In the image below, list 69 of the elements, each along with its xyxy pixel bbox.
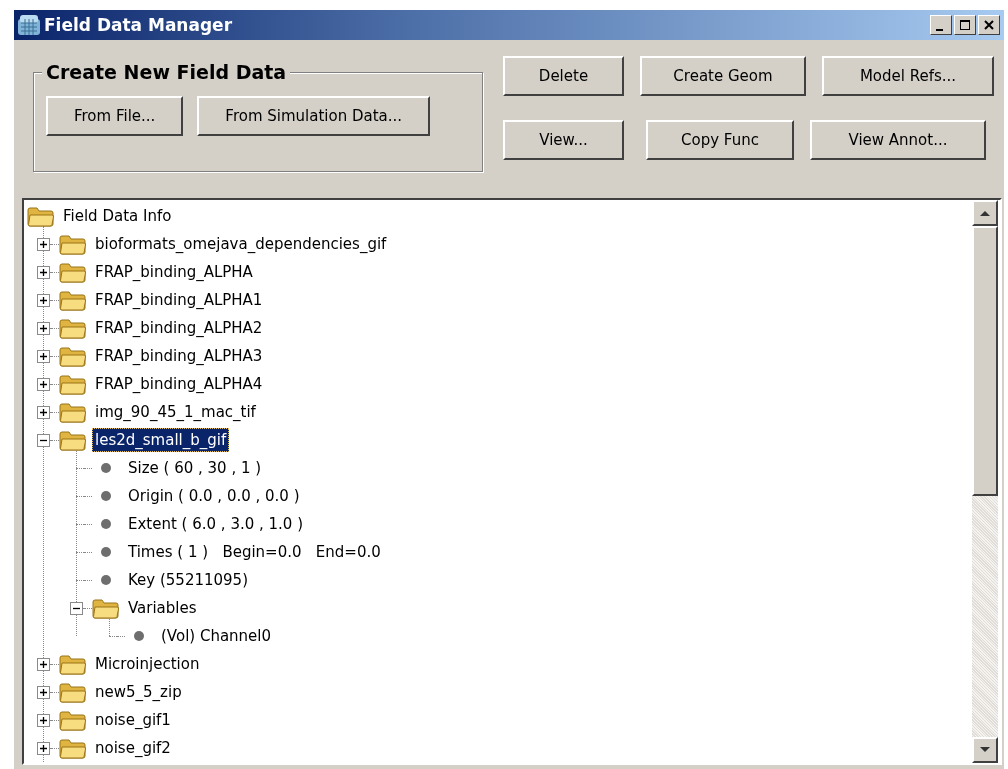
tree-item[interactable]: FRAP_binding_ALPHA3 bbox=[92, 344, 266, 368]
folder-icon bbox=[59, 653, 87, 675]
folder-icon bbox=[59, 681, 87, 703]
close-icon bbox=[983, 19, 995, 31]
push-button[interactable]: View... bbox=[503, 120, 624, 160]
expand-icon[interactable] bbox=[36, 321, 50, 335]
push-button[interactable]: Delete bbox=[503, 56, 624, 96]
close-button[interactable] bbox=[978, 15, 1000, 35]
tree-item[interactable]: Times ( 1 ) Begin=0.0 End=0.0 bbox=[125, 540, 384, 564]
tree-item[interactable]: les2d_small_b_gif bbox=[92, 428, 230, 452]
expand-icon[interactable] bbox=[36, 265, 50, 279]
expand-icon[interactable] bbox=[36, 405, 50, 419]
window-title: Field Data Manager bbox=[44, 15, 234, 35]
tree-item[interactable]: FRAP_binding_ALPHA1 bbox=[92, 288, 266, 312]
tree-item[interactable]: Key (55211095) bbox=[125, 568, 251, 592]
expand-icon[interactable] bbox=[36, 741, 50, 755]
expand-icon[interactable] bbox=[36, 349, 50, 363]
app-icon bbox=[16, 13, 42, 37]
push-button[interactable]: Copy Func bbox=[646, 120, 794, 160]
expand-icon[interactable] bbox=[36, 237, 50, 251]
tree-item[interactable]: FRAP_binding_ALPHA2 bbox=[92, 316, 266, 340]
push-button[interactable]: View Annot... bbox=[810, 120, 986, 160]
scroll-thumb[interactable] bbox=[972, 226, 998, 496]
maximize-icon bbox=[959, 19, 971, 31]
folder-icon bbox=[59, 345, 87, 367]
folder-icon bbox=[59, 289, 87, 311]
push-button[interactable]: From Simulation Data... bbox=[197, 96, 431, 136]
folder-icon bbox=[59, 373, 87, 395]
scroll-up-button[interactable] bbox=[972, 200, 998, 226]
folder-icon bbox=[59, 261, 87, 283]
tree-item[interactable]: Microinjection bbox=[92, 652, 203, 676]
down-arrow-icon bbox=[979, 746, 991, 754]
folder-icon bbox=[59, 737, 87, 759]
push-button[interactable]: Model Refs... bbox=[822, 56, 994, 96]
tree-item[interactable]: Variables bbox=[125, 596, 200, 620]
collapse-icon[interactable] bbox=[69, 601, 83, 615]
minimize-button[interactable] bbox=[930, 15, 952, 35]
expand-icon[interactable] bbox=[36, 657, 50, 671]
folder-icon bbox=[27, 205, 55, 227]
minimize-icon bbox=[935, 28, 943, 31]
tree-item[interactable]: Size ( 60 , 30 , 1 ) bbox=[125, 456, 265, 480]
tree-item[interactable]: Field Data Info bbox=[60, 204, 175, 228]
expand-icon[interactable] bbox=[36, 685, 50, 699]
tree-item[interactable]: bioformats_omejava_dependencies_gif bbox=[92, 232, 390, 256]
folder-icon bbox=[59, 709, 87, 731]
tree-item[interactable]: img_90_45_1_mac_tif bbox=[92, 400, 259, 424]
expand-icon[interactable] bbox=[36, 293, 50, 307]
tree-item[interactable]: Origin ( 0.0 , 0.0 , 0.0 ) bbox=[125, 484, 303, 508]
maximize-button[interactable] bbox=[954, 15, 976, 35]
tree-item[interactable]: noise_gif1 bbox=[92, 708, 174, 732]
expand-icon[interactable] bbox=[36, 713, 50, 727]
tree-item[interactable]: FRAP_binding_ALPHA bbox=[92, 260, 256, 284]
folder-icon bbox=[59, 317, 87, 339]
collapse-icon[interactable] bbox=[36, 433, 50, 447]
folder-icon bbox=[92, 597, 120, 619]
tree-item[interactable]: noise_gif2 bbox=[92, 736, 174, 760]
up-arrow-icon bbox=[979, 209, 991, 217]
tree-item[interactable]: new5_5_zip bbox=[92, 680, 185, 704]
scrollbar[interactable] bbox=[972, 200, 998, 763]
folder-icon bbox=[59, 401, 87, 423]
tree-item[interactable]: (Vol) Channel0 bbox=[158, 624, 275, 648]
push-button[interactable]: Create Geom bbox=[640, 56, 806, 96]
tree-item[interactable]: Extent ( 6.0 , 3.0 , 1.0 ) bbox=[125, 512, 307, 536]
push-button[interactable]: From File... bbox=[46, 96, 184, 136]
tree-item[interactable]: FRAP_binding_ALPHA4 bbox=[92, 372, 266, 396]
scroll-down-button[interactable] bbox=[972, 737, 998, 763]
folder-icon bbox=[59, 233, 87, 255]
folder-icon bbox=[59, 429, 87, 451]
expand-icon[interactable] bbox=[36, 377, 50, 391]
